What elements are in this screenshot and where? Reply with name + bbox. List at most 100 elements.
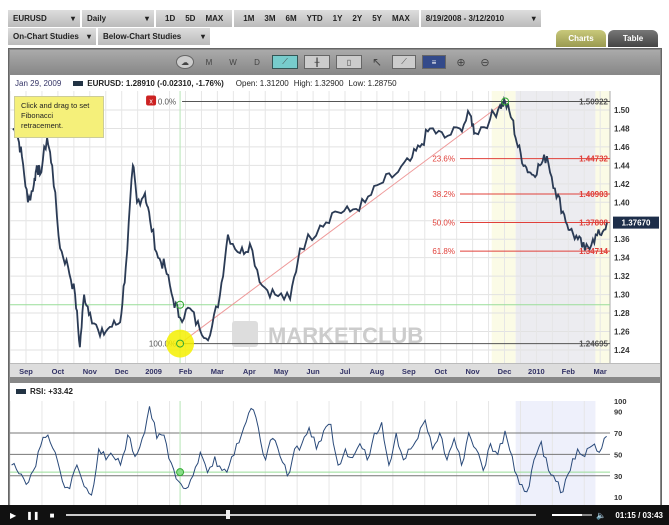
- y-tick-label: 1.42: [614, 180, 630, 189]
- tab-charts[interactable]: Charts: [556, 30, 606, 47]
- fib-level-price: 1.34714: [579, 247, 608, 256]
- range-max[interactable]: MAX: [200, 14, 228, 23]
- x-tick-label: Oct: [434, 367, 447, 376]
- range-ytd[interactable]: YTD: [302, 14, 328, 23]
- series-swatch-icon: [16, 389, 26, 394]
- rsi-tick-label: 100: [614, 397, 627, 406]
- volume-slider[interactable]: [552, 514, 593, 516]
- zoom-in-icon[interactable]: ⊕: [452, 55, 470, 69]
- fibonacci-tooltip: Click and drag to set Fibonacci retracem…: [14, 96, 104, 138]
- weekly-icon[interactable]: W: [224, 55, 242, 69]
- symbol-value: EURUSD: [13, 14, 47, 23]
- date-range-select[interactable]: 8/19/2008 - 3/12/2010 ▾: [420, 10, 541, 27]
- quote-info: Jan 29, 2009 EURUSD: 1.28910 (-0.02310, …: [10, 75, 660, 91]
- x-axis: Sep Oct Nov Dec 2009 Feb Mar Apr May Jun Jul Aug Sep…: [10, 363, 660, 377]
- below-chart-label: Below-Chart Studies: [103, 32, 182, 41]
- fib-level-price: 1.40903: [579, 190, 608, 199]
- chevron-down-icon: ▾: [70, 14, 75, 23]
- info-symbol: EURUSD: 1.28910 (-0.02310, -1.76%): [87, 78, 224, 88]
- range-1d[interactable]: 1D: [160, 14, 180, 23]
- x-tick-label: Aug: [370, 367, 385, 376]
- interval-select[interactable]: Daily ▾: [82, 10, 154, 27]
- x-tick-label: 2009: [145, 367, 162, 376]
- trendline-icon[interactable]: ⟋: [392, 55, 416, 69]
- chevron-down-icon: ▾: [86, 32, 91, 41]
- y-tick-label: 1.36: [614, 235, 630, 244]
- x-tick-label: Mar: [594, 367, 607, 376]
- rsi-tick-label: 50: [614, 450, 622, 459]
- pause-icon[interactable]: ❚❚: [26, 511, 39, 520]
- ohlc-icon[interactable]: ╂: [304, 55, 330, 69]
- fib-level-price: 1.50922: [579, 97, 608, 106]
- stop-icon[interactable]: ■: [50, 511, 55, 520]
- x-tick-label: Feb: [179, 367, 193, 376]
- x-tick-label: 2010: [528, 367, 545, 376]
- y-tick-label: 1.50: [614, 106, 630, 115]
- play-icon[interactable]: ▶: [10, 511, 16, 520]
- comment-icon[interactable]: ☁: [176, 55, 194, 69]
- y-tick-label: 1.26: [614, 328, 630, 337]
- cursor-highlight: [166, 329, 195, 358]
- series-swatch-icon: [73, 80, 84, 86]
- y-tick-label: 1.28: [614, 309, 630, 318]
- range-6m[interactable]: 6M: [281, 14, 302, 23]
- fib-level-pct: 23.6%: [432, 155, 455, 164]
- crosshair-marker: [176, 468, 185, 477]
- range-1m[interactable]: 1M: [238, 14, 259, 23]
- range-1y[interactable]: 1Y: [328, 14, 348, 23]
- below-chart-studies-select[interactable]: Below-Chart Studies ▾: [98, 28, 210, 45]
- chevron-down-icon: ▾: [144, 14, 149, 23]
- x-tick-label: Nov: [83, 367, 98, 376]
- fib-level-pct: 61.8%: [432, 247, 455, 256]
- range-max-b[interactable]: MAX: [387, 14, 415, 23]
- range-3m[interactable]: 3M: [259, 14, 280, 23]
- line-chart-icon[interactable]: ⟋: [272, 55, 298, 69]
- x-tick-label: May: [274, 367, 289, 376]
- on-chart-studies-select[interactable]: On-Chart Studies ▾: [8, 28, 96, 45]
- x-tick-label: Sep: [19, 367, 33, 376]
- x-tick-label: Dec: [498, 367, 512, 376]
- daily-icon[interactable]: D: [248, 55, 266, 69]
- x-tick-label: Mar: [211, 367, 224, 376]
- seek-handle[interactable]: [226, 510, 231, 519]
- zoom-out-icon[interactable]: ⊖: [476, 55, 494, 69]
- x-tick-label: Dec: [115, 367, 129, 376]
- fib-level-price: 1.37808: [579, 219, 608, 228]
- tab-table[interactable]: Table: [608, 30, 658, 47]
- x-tick-label: Oct: [52, 367, 65, 376]
- x-tick-label: Feb: [562, 367, 576, 376]
- rsi-chart[interactable]: 01030507090100RSI: +33.42: [9, 383, 660, 513]
- y-tick-label: 1.48: [614, 124, 630, 133]
- pointer-icon[interactable]: ↖: [368, 55, 386, 69]
- symbol-select[interactable]: EURUSD ▾: [8, 10, 80, 27]
- date-range-value: 8/19/2008 - 3/12/2010: [425, 14, 505, 23]
- y-tick-label: 1.30: [614, 291, 630, 300]
- seek-bar[interactable]: [66, 510, 537, 519]
- delete-fib-glyph: x: [149, 98, 153, 105]
- chart-tools-bar: ☁ M W D ⟋ ╂ ▯ ↖ ⟋ ≡ ⊕ ⊖: [10, 50, 660, 74]
- x-tick-label: Jul: [340, 367, 351, 376]
- range-5d[interactable]: 5D: [180, 14, 200, 23]
- chevron-down-icon: ▾: [200, 32, 205, 41]
- volume-fill: [552, 514, 583, 516]
- x-tick-label: Sep: [402, 367, 416, 376]
- range-2y[interactable]: 2Y: [347, 14, 367, 23]
- range-group-a: 1D 5D MAX: [156, 10, 233, 27]
- x-tick-label: Apr: [243, 367, 256, 376]
- volume-icon[interactable]: 🔈: [596, 511, 606, 520]
- price-chart[interactable]: 1.241.261.281.301.321.341.361.381.401.42…: [9, 91, 660, 363]
- candle-icon[interactable]: ▯: [336, 55, 362, 69]
- range-5y[interactable]: 5Y: [367, 14, 387, 23]
- rsi-tick-label: 30: [614, 472, 622, 481]
- x-tick-label: Jun: [306, 367, 320, 376]
- y-tick-label: 1.46: [614, 143, 630, 152]
- y-tick-label: 1.32: [614, 272, 630, 281]
- fib-level-price: 1.44732: [579, 155, 608, 164]
- y-tick-label: 1.24: [614, 346, 630, 355]
- fib-level-pct: 50.0%: [432, 219, 455, 228]
- fib-level-price: 1.24695: [579, 340, 608, 349]
- monthly-icon[interactable]: M: [200, 55, 218, 69]
- toolbar-row-1: EURUSD ▾ Daily ▾ 1D 5D MAX 1M 3M 6M YTD 1Y 2Y 5Y MA…: [8, 10, 543, 27]
- fibonacci-icon[interactable]: ≡: [422, 55, 446, 69]
- highlight-band: [491, 91, 516, 363]
